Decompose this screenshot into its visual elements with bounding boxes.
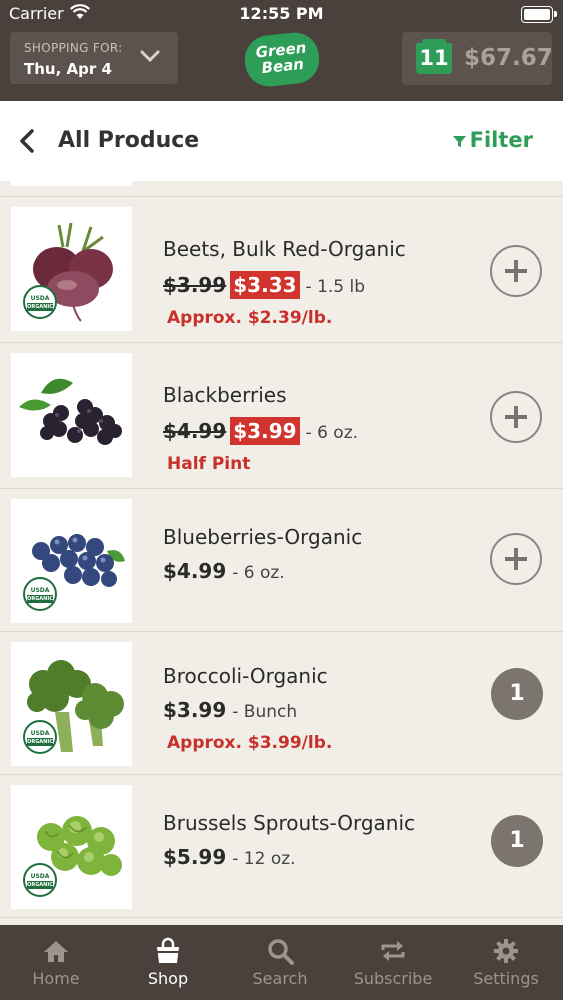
product-name: Broccoli-Organic [163, 664, 328, 688]
price-note: Approx. $3.99/lb. [167, 733, 333, 753]
original-price: $4.99 [163, 419, 227, 443]
price-line: $4.99- 6 oz. [163, 559, 285, 591]
search-icon [268, 939, 294, 965]
navigation-bar: All Produce Filter [0, 101, 563, 181]
product-image: USDA ORGANIC [11, 785, 132, 909]
usda-organic-badge: USDA ORGANIC [23, 577, 57, 611]
cart-quantity-button[interactable]: 1 [491, 668, 543, 720]
battery-icon [521, 6, 557, 23]
usda-organic-badge: USDA ORGANIC [23, 285, 57, 319]
cart-quantity-button[interactable]: 1 [491, 815, 543, 867]
tab-home[interactable]: Home [0, 925, 112, 1000]
tab-settings[interactable]: Settings [450, 925, 562, 1000]
divider [0, 917, 563, 918]
price-line: $3.99- Bunch [163, 698, 297, 730]
divider [0, 488, 563, 489]
shopping-for-label: SHOPPING FOR: [24, 41, 123, 55]
tab-label: Shop [147, 969, 189, 988]
home-icon [44, 941, 68, 962]
product-name: Blackberries [163, 383, 287, 407]
add-to-cart-button[interactable] [490, 533, 542, 585]
product-image: USDA ORGANIC [11, 499, 132, 623]
gear-icon [494, 939, 518, 963]
tab-label: Home [32, 969, 80, 988]
sale-price: $3.33 [230, 271, 300, 299]
tab-shop[interactable]: Shop [112, 925, 224, 1000]
price-note: Approx. $2.39/lb. [167, 308, 333, 328]
green-bean-logo[interactable]: Green Bean [242, 30, 322, 89]
add-to-cart-button[interactable] [490, 245, 542, 297]
unit-size: - 6 oz. [305, 423, 359, 443]
back-chevron-icon[interactable] [18, 128, 36, 154]
unit-size: - 12 oz. [232, 849, 296, 869]
status-bar: Carrier 12:55 PM [0, 0, 563, 28]
product-image: USDA ORGANIC [11, 642, 132, 766]
filter-label: Filter [469, 128, 533, 152]
divider [0, 342, 563, 343]
tab-label: Settings [473, 969, 539, 988]
filter-button[interactable]: Filter [452, 128, 533, 152]
tab-bar: Home Shop Search Subscribe Settings [0, 925, 563, 1000]
cart-button[interactable]: 11 $67.67 [402, 32, 553, 85]
original-price: $3.99 [163, 273, 227, 297]
chevron-down-icon [140, 50, 160, 63]
product-name: Blueberries-Organic [163, 525, 363, 549]
repeat-icon [381, 941, 405, 961]
usda-organic-badge: USDA ORGANIC [23, 863, 57, 897]
price-note: Half Pint [167, 454, 251, 474]
price-line: $3.99 $3.33- 1.5 lb [163, 271, 365, 303]
divider [0, 774, 563, 775]
product-image [11, 353, 132, 477]
price: $5.99 [163, 845, 227, 869]
unit-size: - 1.5 lb [305, 277, 366, 297]
add-to-cart-button[interactable] [490, 391, 542, 443]
divider [0, 196, 563, 197]
divider [0, 631, 563, 632]
cart-count-badge: 11 [416, 39, 452, 74]
unit-size: - 6 oz. [232, 563, 285, 583]
tab-label: Search [252, 969, 308, 988]
cart-total: $67.67 [464, 45, 553, 71]
price-line: $4.99 $3.99- 6 oz. [163, 417, 358, 449]
shopping-for-selector[interactable]: SHOPPING FOR: Thu, Apr 4 [10, 32, 178, 84]
price: $3.99 [163, 698, 227, 722]
sale-price: $3.99 [230, 417, 300, 445]
previous-item-thumbnail [11, 181, 132, 186]
shopping-bag-icon [157, 937, 179, 963]
page-title: All Produce [58, 128, 200, 153]
app-header: Carrier 12:55 PM SHOPPING FOR: Thu, Apr … [0, 0, 563, 101]
product-image: USDA ORGANIC [11, 207, 132, 331]
tab-subscribe[interactable]: Subscribe [337, 925, 449, 1000]
product-name: Brussels Sprouts-Organic [163, 811, 416, 835]
tab-search[interactable]: Search [224, 925, 336, 1000]
product-name: Beets, Bulk Red-Organic [163, 237, 406, 261]
filter-icon [452, 135, 466, 147]
usda-organic-badge: USDA ORGANIC [23, 720, 57, 754]
tab-label: Subscribe [353, 969, 433, 988]
delivery-date: Thu, Apr 4 [24, 60, 112, 78]
blackberries-image [19, 378, 122, 445]
price-line: $5.99- 12 oz. [163, 845, 296, 877]
unit-size: - Bunch [232, 702, 298, 722]
product-list[interactable]: USDA ORGANIC Beets, Bulk Red-Organic $3.9… [0, 181, 563, 925]
clock: 12:55 PM [239, 4, 324, 23]
price: $4.99 [163, 559, 227, 583]
